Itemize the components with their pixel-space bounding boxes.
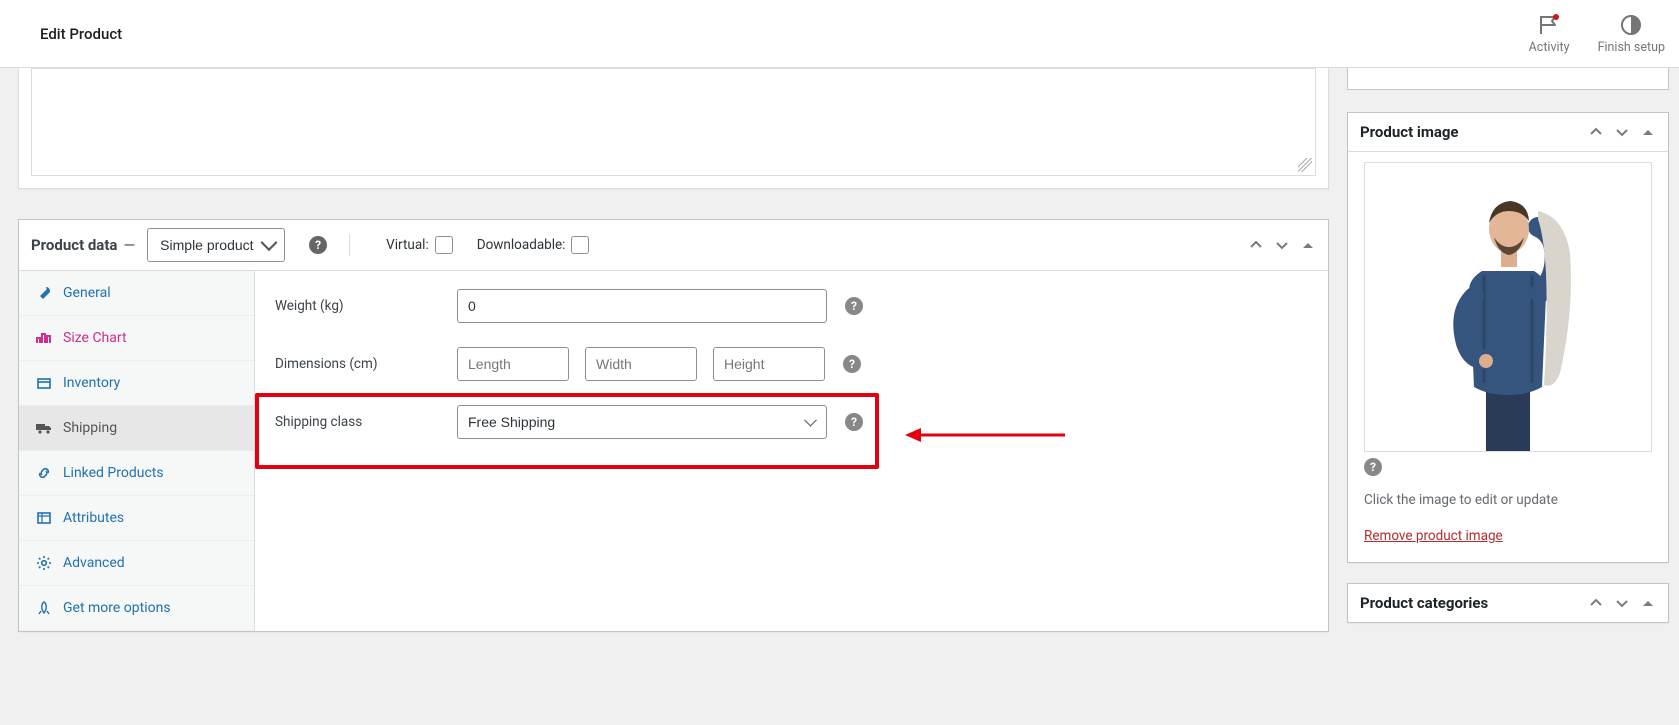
virtual-checkbox[interactable] [435,236,453,254]
product-image-panel: Product image [1347,112,1669,563]
panel-collapse-icon[interactable] [1640,124,1656,140]
height-input[interactable] [713,347,825,381]
panel-up-icon[interactable] [1588,124,1604,140]
tab-size-chart[interactable]: Size Chart [19,316,254,361]
product-categories-panel: Product categories [1347,583,1669,623]
attributes-icon [35,510,53,526]
tab-shipping[interactable]: Shipping [19,406,254,451]
weight-row: Weight (kg) ? [275,289,1308,323]
shipping-class-row: Shipping class Free Shipping ? [275,405,1308,439]
dimensions-label: Dimensions (cm) [275,356,439,372]
divider [349,234,350,256]
product-data-title: Product data [31,236,117,254]
size-chart-icon [35,330,53,346]
help-icon[interactable]: ? [309,236,327,254]
downloadable-checkbox-label[interactable]: Downloadable: [477,236,590,254]
tab-inventory[interactable]: Inventory [19,361,254,406]
width-input[interactable] [585,347,697,381]
truck-icon [35,420,53,436]
virtual-label: Virtual: [386,237,429,253]
help-icon[interactable]: ? [845,297,863,315]
activity-button[interactable]: Activity [1529,13,1570,55]
panel-up-icon[interactable] [1248,237,1264,253]
tab-get-more-options[interactable]: Get more options [19,586,254,631]
gear-icon [35,555,53,571]
tab-linked-products[interactable]: Linked Products [19,451,254,496]
panel-down-icon[interactable] [1274,237,1290,253]
finish-setup-button[interactable]: Finish setup [1598,13,1665,55]
help-icon[interactable]: ? [843,355,861,373]
panel-collapse-icon[interactable] [1640,595,1656,611]
length-input[interactable] [457,347,569,381]
weight-input[interactable] [457,289,827,323]
product-data-tabs: General Size Chart Inventory [19,271,255,631]
product-data-header: Product data — Simple product ? Virtual: [19,220,1328,270]
activity-label: Activity [1529,40,1570,55]
panel-down-icon[interactable] [1614,124,1630,140]
product-image-title: Product image [1360,123,1459,141]
product-image-hint: Click the image to edit or update [1364,492,1652,508]
tab-general[interactable]: General [19,271,254,316]
remove-product-image-link[interactable]: Remove product image [1364,528,1503,544]
inventory-icon [35,375,53,391]
shipping-class-label: Shipping class [275,414,439,430]
virtual-checkbox-label[interactable]: Virtual: [386,236,453,254]
product-data-panel: Product data — Simple product ? Virtual: [18,219,1329,632]
page-title: Edit Product [40,25,122,43]
finish-setup-label: Finish setup [1598,40,1665,55]
description-editor-panel [18,68,1329,189]
link-icon [35,465,53,481]
panel-collapse-icon[interactable] [1300,237,1316,253]
top-bar: Edit Product Activity Finish setup [0,0,1679,68]
product-type-select[interactable]: Simple product [147,228,285,262]
resize-grip-icon[interactable] [1298,158,1312,172]
help-icon[interactable]: ? [1364,458,1382,476]
wrench-icon [35,285,53,301]
sidebar-panel-cut [1347,68,1669,90]
tab-attributes[interactable]: Attributes [19,496,254,541]
weight-label: Weight (kg) [275,298,439,314]
tab-advanced[interactable]: Advanced [19,541,254,586]
downloadable-checkbox[interactable] [571,236,589,254]
help-icon[interactable]: ? [845,413,863,431]
product-categories-title: Product categories [1360,594,1488,612]
description-textarea[interactable] [31,68,1316,176]
panel-down-icon[interactable] [1614,595,1630,611]
product-data-dash: — [123,236,135,254]
topbar-actions: Activity Finish setup [1529,13,1665,55]
half-circle-icon [1618,13,1644,37]
product-image-thumbnail[interactable] [1364,162,1652,452]
shipping-class-select[interactable]: Free Shipping [457,405,827,439]
rocket-icon [35,600,53,616]
flag-icon [1536,13,1562,37]
downloadable-label: Downloadable: [477,237,566,253]
panel-up-icon[interactable] [1588,595,1604,611]
dimensions-row: Dimensions (cm) ? [275,347,1308,381]
shipping-tab-content: Weight (kg) ? Dimensions (cm) ? [255,271,1328,631]
